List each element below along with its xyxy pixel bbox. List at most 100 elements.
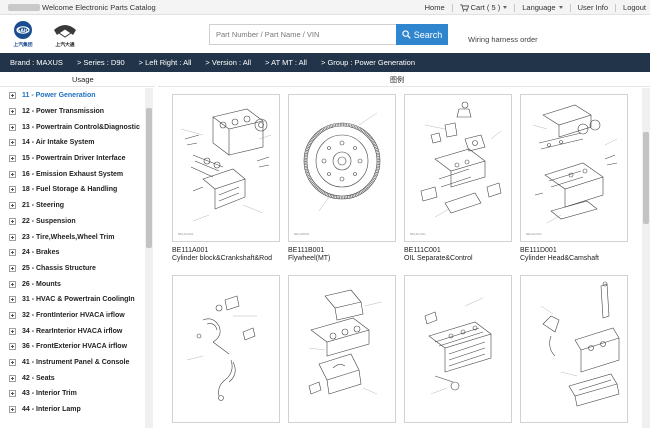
expand-plus-icon[interactable] bbox=[9, 249, 16, 257]
tree-item[interactable]: 24 - Brakes bbox=[0, 245, 145, 261]
illustration-thumbnail[interactable] bbox=[520, 275, 628, 423]
tree-item[interactable]: 26 - Mounts bbox=[0, 276, 145, 292]
flywheel-drawing-icon bbox=[303, 112, 381, 212]
expand-plus-icon[interactable] bbox=[9, 217, 16, 225]
expand-plus-icon[interactable] bbox=[9, 343, 16, 351]
illustration-card[interactable] bbox=[520, 275, 628, 423]
tree-item-label: 13 - Powertrain Control&Diagnostic bbox=[22, 123, 140, 131]
tree-item[interactable]: 32 - FrontInterior HVACA irflow bbox=[0, 308, 145, 324]
illustration-thumbnail[interactable]: BE111D001 bbox=[520, 94, 628, 242]
search-button[interactable]: Search bbox=[396, 24, 448, 45]
wiring-harness-order-link[interactable]: Wiring harness order bbox=[468, 35, 538, 44]
drawing-code: BE111B001 bbox=[294, 232, 310, 236]
tree-item[interactable]: 31 - HVAC & Powertrain CoolingIn bbox=[0, 292, 145, 308]
expand-plus-icon[interactable] bbox=[9, 406, 16, 414]
illustration-card[interactable] bbox=[404, 275, 512, 423]
sidebar-scrollbar[interactable] bbox=[145, 88, 153, 428]
expand-plus-icon[interactable] bbox=[9, 155, 16, 163]
illustration-panel: 图例 BE111A001 BE111A001 Cylinder block&Cr… bbox=[158, 72, 650, 428]
search-input[interactable] bbox=[210, 25, 396, 44]
tree-item-label: 25 - Chassis Structure bbox=[22, 264, 96, 272]
tree-item[interactable]: 34 - RearInterior HVACA irflow bbox=[0, 323, 145, 339]
breadcrumb-series[interactable]: > Series : D90 bbox=[77, 58, 125, 67]
tree-item[interactable]: 42 - Seats bbox=[0, 370, 145, 386]
scrollbar-thumb[interactable] bbox=[643, 132, 649, 224]
tree-item[interactable]: 12 - Power Transmission bbox=[0, 104, 145, 120]
illustration-grid: BE111A001 BE111A001 Cylinder block&Crank… bbox=[172, 94, 642, 428]
expand-plus-icon[interactable] bbox=[9, 170, 16, 178]
breadcrumb-left-right[interactable]: > Left Right : All bbox=[139, 58, 192, 67]
search-button-label: Search bbox=[413, 29, 443, 40]
expand-plus-icon[interactable] bbox=[9, 359, 16, 367]
tree-item[interactable]: 44 - Interior Lamp bbox=[0, 402, 145, 418]
expand-plus-icon[interactable] bbox=[9, 311, 16, 319]
tree-item-label: 16 - Emission Exhaust System bbox=[22, 170, 124, 178]
tree-item-label: 12 - Power Transmission bbox=[22, 108, 105, 116]
divider bbox=[451, 3, 453, 12]
expand-plus-icon[interactable] bbox=[9, 233, 16, 241]
expand-plus-icon[interactable] bbox=[9, 264, 16, 272]
tree-item-label: 32 - FrontInterior HVACA irflow bbox=[22, 311, 125, 319]
tree-item[interactable]: 41 - Instrument Panel & Console bbox=[0, 355, 145, 371]
expand-plus-icon[interactable] bbox=[9, 108, 16, 116]
illustration-card[interactable] bbox=[172, 275, 280, 423]
illustration-thumbnail[interactable] bbox=[404, 275, 512, 423]
illustration-thumbnail[interactable] bbox=[172, 275, 280, 423]
illustration-card[interactable]: BE111B001 BE111B001 Flywheel(MT) bbox=[288, 94, 396, 262]
illustration-card[interactable]: BE111C001 BE111C001 OIL Separate&Control bbox=[404, 94, 512, 262]
expand-plus-icon[interactable] bbox=[9, 296, 16, 304]
language-menu[interactable]: Language bbox=[522, 3, 563, 12]
expand-plus-icon[interactable] bbox=[9, 92, 16, 100]
tree-item[interactable]: 18 - Fuel Storage & Handling bbox=[0, 182, 145, 198]
illustration-thumbnail[interactable]: BE111B001 bbox=[288, 94, 396, 242]
expand-plus-icon[interactable] bbox=[9, 139, 16, 147]
tree-item-label: 43 - Interior Trim bbox=[22, 390, 77, 398]
expand-plus-icon[interactable] bbox=[9, 123, 16, 131]
tree-item[interactable]: 16 - Emission Exhaust System bbox=[0, 166, 145, 182]
breadcrumb-brand[interactable]: Brand : MAXUS bbox=[10, 58, 63, 67]
illustration-name: Flywheel(MT) bbox=[288, 255, 331, 262]
scrollbar-thumb[interactable] bbox=[146, 108, 152, 248]
breadcrumb-version[interactable]: > Version : All bbox=[205, 58, 251, 67]
expand-plus-icon[interactable] bbox=[9, 280, 16, 288]
expand-plus-icon[interactable] bbox=[9, 374, 16, 382]
expand-plus-icon[interactable] bbox=[9, 186, 16, 194]
cylinder-head-drawing-icon bbox=[532, 104, 618, 224]
illustration-card[interactable]: BE111A001 BE111A001 Cylinder block&Crank… bbox=[172, 94, 280, 262]
illustration-card[interactable] bbox=[288, 275, 396, 423]
top-links: Home Cart ( 5 ) Language User Info Logou… bbox=[425, 3, 646, 12]
cart-icon bbox=[459, 3, 469, 12]
tree-item[interactable]: 11 - Power Generation bbox=[0, 88, 145, 104]
illustration-card[interactable]: BE111D001 BE111D001 Cylinder Head&Camsha… bbox=[520, 94, 628, 262]
breadcrumb-at-mt[interactable]: > AT MT : All bbox=[265, 58, 307, 67]
tree-item[interactable]: 43 - Interior Trim bbox=[0, 386, 145, 402]
tree-item[interactable]: 36 - FrontExterior HVACA irflow bbox=[0, 339, 145, 355]
tree-item-label: 42 - Seats bbox=[22, 374, 55, 382]
top-bar: Welcome Electronic Parts Catalog Home Ca… bbox=[0, 0, 650, 15]
tree-item-label: 41 - Instrument Panel & Console bbox=[22, 359, 130, 367]
breadcrumb-group[interactable]: > Group : Power Generation bbox=[321, 58, 415, 67]
maxus-logo: 上汽大通 bbox=[54, 25, 76, 48]
expand-plus-icon[interactable] bbox=[9, 327, 16, 335]
expand-plus-icon[interactable] bbox=[9, 390, 16, 398]
expand-plus-icon[interactable] bbox=[9, 202, 16, 210]
user-info-link[interactable]: User Info bbox=[578, 3, 608, 12]
logout-link[interactable]: Logout bbox=[623, 3, 646, 12]
tree-item-label: 22 - Suspension bbox=[22, 217, 76, 225]
main-scrollbar[interactable] bbox=[642, 88, 650, 428]
tree-item[interactable]: 15 - Powertrain Driver Interface bbox=[0, 151, 145, 167]
tree-item[interactable]: 25 - Chassis Structure bbox=[0, 261, 145, 277]
illustration-thumbnail[interactable]: BE111C001 bbox=[404, 94, 512, 242]
tree-item[interactable]: 13 - Powertrain Control&Diagnostic bbox=[0, 119, 145, 135]
tree-item[interactable]: 21 - Steering bbox=[0, 198, 145, 214]
illustration-thumbnail[interactable]: BE111A001 bbox=[172, 94, 280, 242]
tree-item[interactable]: 23 - Tire,Wheels,Wheel Trim bbox=[0, 229, 145, 245]
tree-item[interactable]: 22 - Suspension bbox=[0, 214, 145, 230]
tree-item-label: 26 - Mounts bbox=[22, 280, 61, 288]
engine-block-drawing-icon bbox=[180, 108, 272, 222]
home-link[interactable]: Home bbox=[425, 3, 445, 12]
illustration-thumbnail[interactable] bbox=[288, 275, 396, 423]
cart-link[interactable]: Cart ( 5 ) bbox=[459, 3, 508, 12]
tree-item[interactable]: 14 - Air Intake System bbox=[0, 135, 145, 151]
divider bbox=[615, 3, 617, 12]
